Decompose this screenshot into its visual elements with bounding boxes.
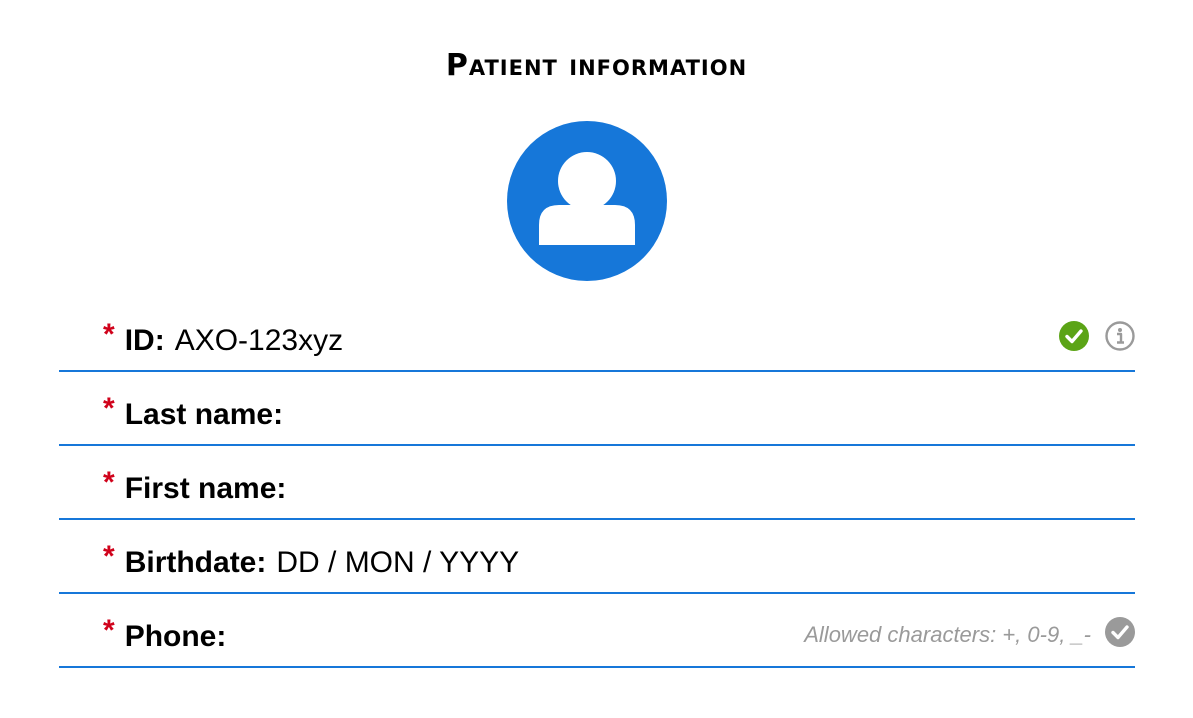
patient-information-form: Patient information * ID: AXO-123xyz * L… [0,0,1193,718]
check-circle-icon [1059,321,1089,356]
id-input[interactable]: AXO-123xyz [175,324,343,358]
first-name-label: First name: [124,472,287,505]
birthdate-input[interactable]: DD / MON / YYYY [276,546,519,580]
id-label: ID: [124,324,165,357]
required-marker: * [103,392,115,425]
last-name-field[interactable]: * Last name: [59,372,1135,446]
check-circle-icon [1105,617,1135,652]
phone-hint: Allowed characters: +, 0-9, _- [804,621,1091,647]
phone-label: Phone: [124,620,227,653]
phone-field[interactable]: * Phone: Allowed characters: +, 0-9, _- [59,594,1135,668]
birthdate-label: Birthdate: [124,546,267,579]
required-marker: * [103,614,115,647]
required-marker: * [103,540,115,573]
page-title: Patient information [445,48,748,83]
required-marker: * [103,318,115,351]
first-name-field[interactable]: * First name: [59,446,1135,520]
last-name-label: Last name: [124,398,284,431]
required-marker: * [103,466,115,499]
id-field[interactable]: * ID: AXO-123xyz [59,298,1135,372]
user-avatar-icon[interactable] [507,121,667,281]
info-icon[interactable] [1105,321,1135,356]
birthdate-field[interactable]: * Birthdate: DD / MON / YYYY [59,520,1135,594]
